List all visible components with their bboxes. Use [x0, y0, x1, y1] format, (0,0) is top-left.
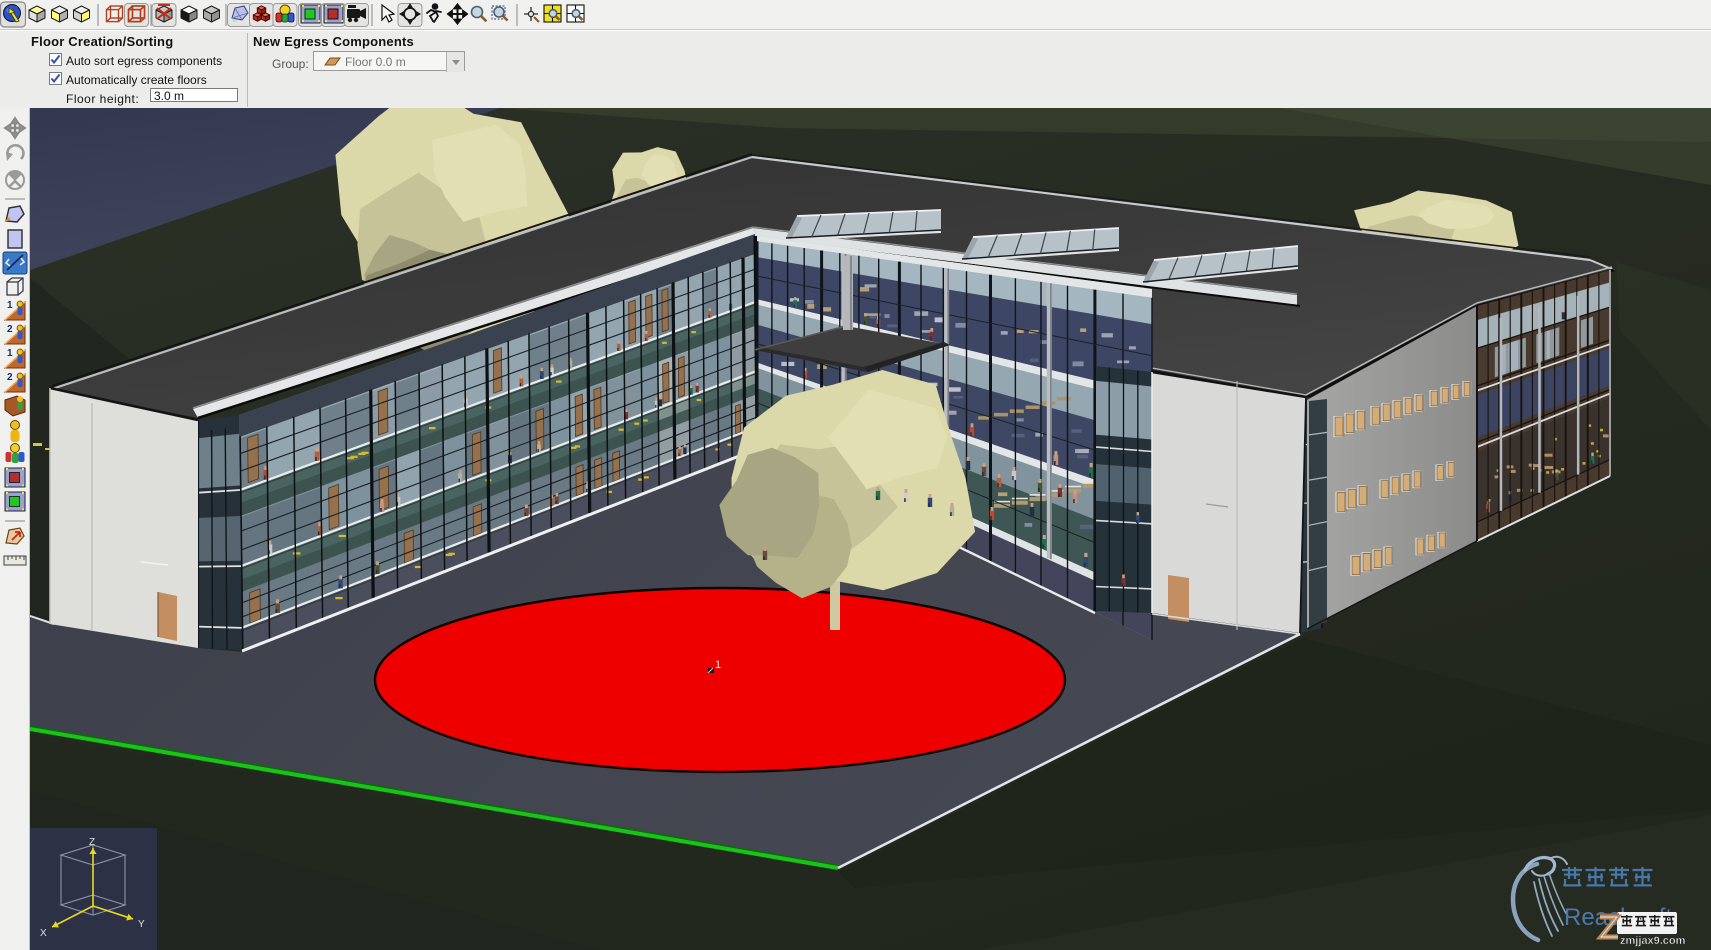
- svg-text:2: 2: [7, 324, 13, 335]
- svg-text:1: 1: [7, 300, 13, 311]
- svg-text:zmjjax9.com: zmjjax9.com: [1620, 935, 1686, 947]
- svg-text:1: 1: [7, 348, 13, 359]
- svg-text:1: 1: [715, 659, 721, 671]
- svg-text:Y: Y: [138, 919, 145, 930]
- svg-text:Z: Z: [89, 837, 95, 848]
- svg-text:X: X: [40, 928, 47, 939]
- svg-text:2: 2: [7, 372, 13, 383]
